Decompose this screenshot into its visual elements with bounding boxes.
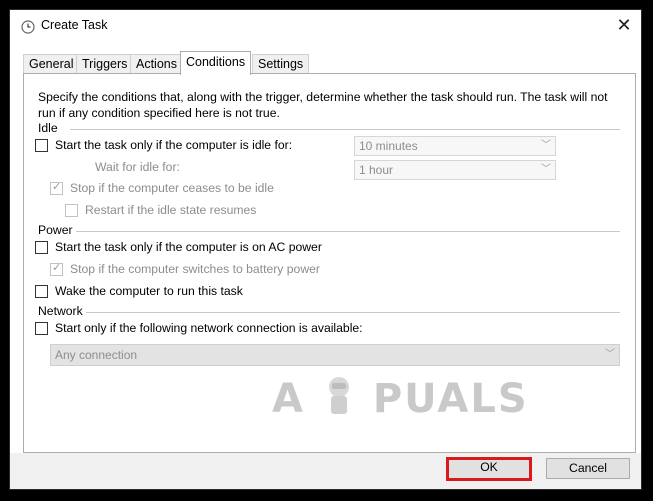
network-label: Start only if the following network conn… — [55, 321, 363, 335]
idle-divider — [70, 129, 620, 130]
power-divider — [76, 231, 620, 232]
chevron-down-icon: ﹀ — [541, 140, 551, 151]
conditions-panel: Specify the conditions that, along with … — [23, 73, 636, 453]
tab-conditions[interactable]: Conditions — [180, 51, 252, 75]
power-group-label: Power — [38, 223, 73, 237]
chevron-down-icon: ﹀ — [605, 349, 615, 360]
checkmark-icon: ✓ — [52, 261, 62, 274]
restart-idle-label: Restart if the idle state resumes — [85, 203, 257, 217]
watermark-right: PUALS — [372, 376, 529, 422]
network-checkbox[interactable] — [35, 321, 48, 335]
close-icon[interactable]: ✕ — [607, 10, 641, 42]
start-idle-checkbox[interactable] — [35, 138, 48, 152]
clock-icon — [21, 20, 35, 34]
idle-group-label: Idle — [38, 121, 58, 135]
idle-duration-select[interactable]: 10 minutes ﹀ — [354, 136, 556, 156]
stop-idle-label: Stop if the computer ceases to be idle — [70, 181, 274, 195]
wait-idle-row: Wait for idle for: — [95, 160, 180, 174]
ok-button[interactable]: OK — [446, 457, 532, 481]
start-idle-option[interactable]: Start the task only if the computer is i… — [35, 138, 292, 152]
battery-checkbox[interactable]: ✓ — [50, 261, 63, 276]
wake-checkbox[interactable] — [35, 284, 48, 298]
network-divider — [86, 312, 620, 313]
window-title: Create Task — [41, 18, 108, 32]
battery-label: Stop if the computer switches to battery… — [70, 262, 320, 276]
ac-power-option[interactable]: Start the task only if the computer is o… — [35, 240, 322, 254]
network-connection-select[interactable]: Any connection ﹀ — [50, 344, 620, 366]
restart-idle-checkbox[interactable] — [65, 203, 78, 217]
tab-triggers[interactable]: Triggers — [76, 54, 134, 73]
stop-idle-checkbox[interactable]: ✓ — [50, 180, 63, 195]
battery-option[interactable]: ✓ Stop if the computer switches to batte… — [50, 262, 320, 276]
tab-general[interactable]: General — [23, 54, 80, 73]
create-task-window: Create Task ✕ General Triggers Actions C… — [9, 9, 642, 490]
watermark-left: A — [272, 376, 305, 422]
wait-idle-value: 1 hour — [359, 163, 394, 177]
tab-settings[interactable]: Settings — [252, 54, 310, 73]
mascot-icon — [328, 377, 349, 414]
network-option[interactable]: Start only if the following network conn… — [35, 321, 363, 335]
tab-actions[interactable]: Actions — [130, 54, 183, 73]
wake-option[interactable]: Wake the computer to run this task — [35, 284, 243, 298]
restart-idle-option[interactable]: Restart if the idle state resumes — [65, 203, 256, 217]
title-bar: Create Task ✕ — [10, 10, 641, 42]
chevron-down-icon: ﹀ — [541, 164, 551, 175]
idle-duration-value: 10 minutes — [359, 139, 418, 153]
start-idle-label: Start the task only if the computer is i… — [55, 138, 293, 152]
checkmark-icon: ✓ — [52, 180, 62, 193]
wake-label: Wake the computer to run this task — [55, 284, 243, 298]
wait-idle-label: Wait for idle for: — [95, 160, 180, 174]
conditions-description: Specify the conditions that, along with … — [38, 90, 608, 120]
network-group-label: Network — [38, 304, 83, 318]
appuals-watermark: A PUALS — [272, 372, 529, 422]
network-connection-value: Any connection — [55, 348, 138, 362]
wait-idle-select[interactable]: 1 hour ﹀ — [354, 160, 556, 180]
dialog-footer: OK Cancel — [10, 453, 641, 489]
stop-idle-option[interactable]: ✓ Stop if the computer ceases to be idle — [50, 181, 274, 195]
ac-power-checkbox[interactable] — [35, 240, 48, 254]
cancel-button[interactable]: Cancel — [546, 458, 630, 479]
ac-power-label: Start the task only if the computer is o… — [55, 240, 322, 254]
